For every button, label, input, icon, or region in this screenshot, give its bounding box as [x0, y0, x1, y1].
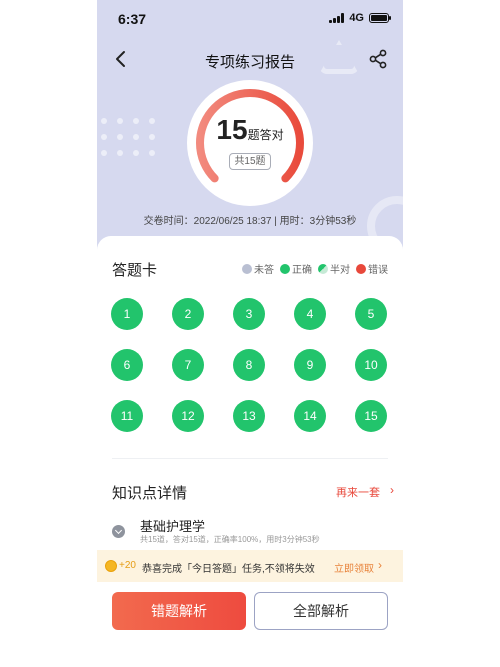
legend-label: 半对	[330, 265, 350, 276]
correct-count: 15	[216, 114, 248, 145]
question-button[interactable]: 12	[172, 400, 204, 432]
status-time: 6:37	[118, 11, 147, 27]
question-button[interactable]: 4	[294, 298, 326, 330]
knowledge-header: 知识点详情 再来一套 ›	[112, 482, 394, 502]
question-button[interactable]: 8	[233, 349, 265, 381]
share-icon[interactable]	[367, 48, 389, 70]
signal-icon	[329, 13, 345, 23]
report-header-background: 6:37 4G 专项练习报告 15题答对 共15题 交卷时间：2022/06/2…	[97, 0, 403, 256]
legend-correct: 正确	[280, 261, 312, 276]
status-legend: 未答 正确 半对 错误	[242, 261, 388, 276]
legend-half: 半对	[318, 261, 350, 276]
question-button[interactable]: 10	[355, 349, 387, 381]
question-button[interactable]: 6	[111, 349, 143, 381]
navigation-bar: 专项练习报告	[97, 44, 403, 74]
coin-icon	[105, 560, 117, 572]
knowledge-item-stats: 共15道，答对15道，正确率100%，用时3分钟53秒	[140, 535, 320, 544]
decorative-dots	[101, 118, 171, 164]
task-message: 恭喜完成「今日答题」任务,不领将失效	[142, 564, 315, 575]
score-value: 15题答对	[187, 114, 313, 146]
legend-label: 未答	[254, 265, 274, 276]
all-analysis-button[interactable]: 全部解析	[254, 592, 388, 630]
claim-reward-button[interactable]: 立即领取	[334, 560, 374, 575]
page-title: 专项练习报告	[204, 54, 295, 71]
answer-card-title: 答题卡	[112, 262, 158, 279]
correct-unit: 题答对	[247, 128, 284, 142]
legend-wrong: 错误	[356, 261, 388, 276]
knowledge-item[interactable]: 基础护理学 共15道，答对15道，正确率100%，用时3分钟53秒	[112, 516, 388, 546]
question-button[interactable]: 11	[111, 400, 143, 432]
legend-label: 错误	[368, 265, 388, 276]
wrong-analysis-button[interactable]: 错题解析	[112, 592, 246, 630]
wrong-dot-icon	[356, 263, 366, 274]
section-divider	[112, 458, 388, 459]
half-correct-dot-icon	[318, 263, 328, 274]
retry-button[interactable]: 再来一套	[336, 484, 380, 500]
question-button[interactable]: 15	[355, 400, 387, 432]
answer-card-panel: 答题卡 未答 正确 半对 错误 1 2 3 4 5 6 7 8 9 10 11 …	[97, 236, 403, 667]
question-button[interactable]: 7	[172, 349, 204, 381]
knowledge-title: 知识点详情	[112, 485, 188, 502]
knowledge-item-name: 基础护理学	[140, 519, 206, 534]
unanswered-dot-icon	[242, 263, 252, 274]
coin-reward-value: +20	[119, 560, 136, 571]
question-button[interactable]: 14	[294, 400, 326, 432]
total-questions-badge: 共15题	[229, 153, 271, 170]
status-indicators: 4G	[329, 12, 391, 24]
question-button[interactable]: 3	[233, 298, 265, 330]
chevron-right-icon: ›	[390, 483, 394, 497]
answer-card-header: 答题卡 未答 正确 半对 错误	[112, 258, 388, 279]
question-button[interactable]: 2	[172, 298, 204, 330]
question-button[interactable]: 1	[111, 298, 143, 330]
submit-time-info: 交卷时间：2022/06/25 18:37 | 用时：3分钟53秒	[143, 216, 357, 227]
battery-icon	[369, 13, 391, 23]
legend-unanswered: 未答	[242, 261, 274, 276]
chevron-right-icon: ›	[378, 558, 382, 572]
question-button[interactable]: 13	[233, 400, 265, 432]
network-type: 4G	[349, 12, 364, 24]
score-gauge: 15题答对 共15题	[187, 80, 313, 206]
expand-chevron-icon[interactable]	[112, 525, 125, 538]
legend-label: 正确	[292, 265, 312, 276]
app-screen: 6:37 4G 专项练习报告 15题答对 共15题 交卷时间：2022/06/2…	[97, 0, 403, 667]
status-bar: 6:37 4G	[97, 0, 403, 38]
question-button[interactable]: 5	[355, 298, 387, 330]
correct-dot-icon	[280, 263, 290, 274]
task-reward-banner: +20 恭喜完成「今日答题」任务,不领将失效 立即领取 ›	[97, 550, 403, 582]
question-button[interactable]: 9	[294, 349, 326, 381]
